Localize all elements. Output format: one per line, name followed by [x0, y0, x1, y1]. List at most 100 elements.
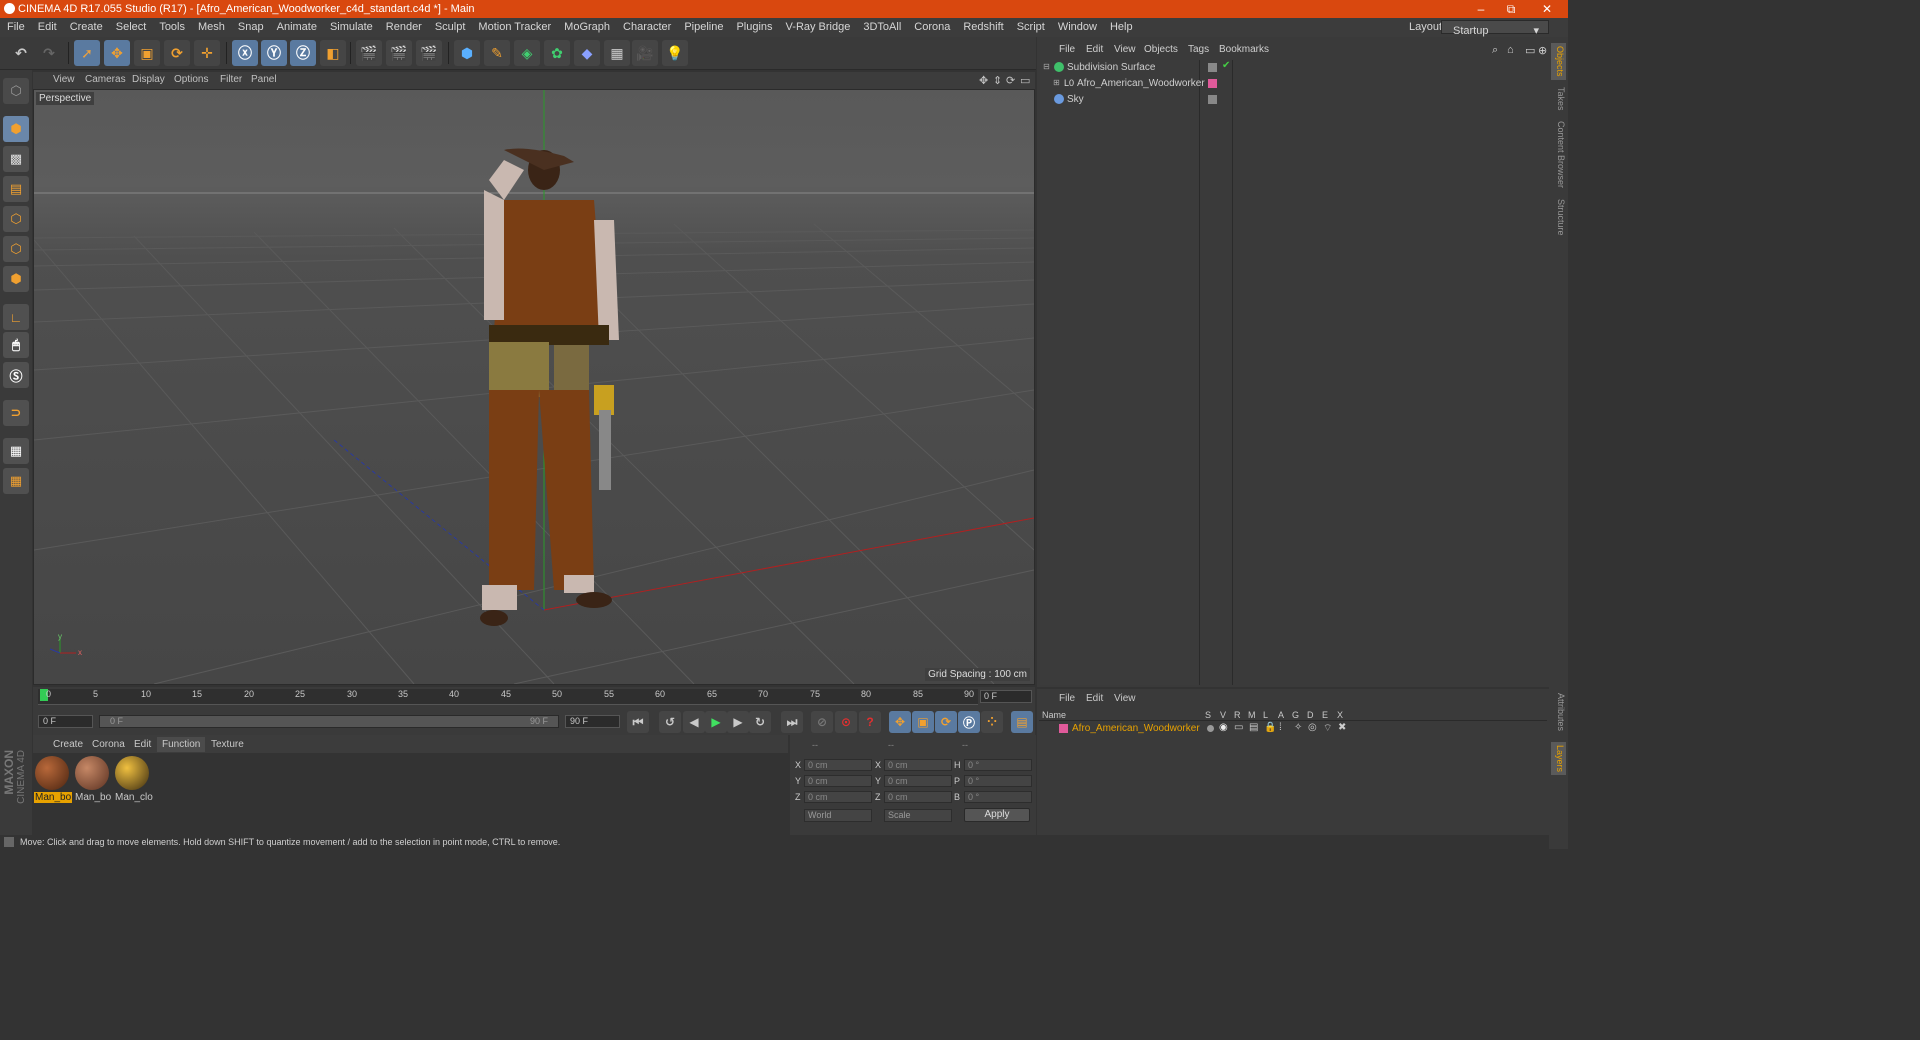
home-icon[interactable]: ⌂ — [1507, 44, 1514, 56]
record-keys-icon[interactable]: ⊘ — [811, 711, 833, 733]
menu-simulate[interactable]: Simulate — [323, 18, 379, 33]
prev-key-icon[interactable]: ↺ — [659, 711, 681, 733]
close-button[interactable]: ✕ — [1532, 1, 1562, 17]
tab-layers[interactable]: Layers — [1551, 742, 1566, 776]
edit-toggle-icon[interactable] — [1208, 63, 1217, 72]
vp-menu-cameras[interactable]: Cameras — [85, 74, 126, 85]
vp-rotate-icon[interactable]: ⟳ — [1006, 74, 1015, 87]
vp-menu-display[interactable]: Display — [132, 74, 165, 85]
goto-start-icon[interactable]: ⏮ — [627, 711, 649, 733]
polygons-mode-icon[interactable]: ⬢ — [3, 266, 29, 292]
layer-filter-icon[interactable]: ▭ — [1525, 44, 1535, 57]
material-name-1[interactable]: Man_bo — [34, 792, 73, 803]
tweak-mode-icon[interactable]: 🖱 — [3, 332, 29, 358]
menu-mesh[interactable]: Mesh — [191, 18, 231, 33]
vp-menu-panel[interactable]: Panel — [251, 74, 277, 85]
expressions-icon[interactable]: ⌔ — [1323, 722, 1332, 735]
y-axis-icon[interactable]: Ⓨ — [261, 40, 287, 66]
menu-help[interactable]: Help — [1103, 18, 1139, 33]
object-name-sky[interactable]: Sky — [1067, 94, 1084, 105]
model-mode-icon[interactable]: ⬢ — [3, 116, 29, 142]
next-key-icon[interactable]: ↻ — [749, 711, 771, 733]
maximize-button[interactable]: ⧉ — [1496, 1, 1526, 17]
key-rotation-icon[interactable]: ⟳ — [935, 711, 957, 733]
menu-vray-bridge[interactable]: V-Ray Bridge — [779, 18, 857, 33]
menu-edit[interactable]: Edit — [31, 18, 63, 33]
menu-window[interactable]: Window — [1051, 18, 1103, 33]
layer-menu-edit[interactable]: Edit — [1086, 693, 1103, 704]
key-param-icon[interactable]: Ⓟ — [958, 711, 980, 733]
undo-icon[interactable]: ↶ — [8, 40, 34, 66]
obj-menu-file[interactable]: File — [1059, 44, 1075, 55]
points-mode-icon[interactable]: ⬡ — [3, 206, 29, 232]
coord-size-x-field[interactable]: 0 cm — [884, 759, 952, 771]
current-frame-field[interactable]: 0 F — [980, 690, 1032, 703]
layer-col-l[interactable]: L — [1263, 710, 1268, 720]
scale-icon[interactable]: ▣ — [134, 40, 160, 66]
render-icon[interactable]: ▭ — [1234, 722, 1243, 733]
select-cursor-icon[interactable]: ➚ — [74, 40, 100, 66]
timeline-icon[interactable]: ▤ — [1011, 711, 1033, 733]
obj-menu-tags[interactable]: Tags — [1188, 44, 1209, 55]
workplane-icon[interactable]: ▤ — [3, 176, 29, 202]
animation-icon[interactable]: ⁞ — [1279, 722, 1282, 733]
layout-select[interactable]: Startup ▾ — [1441, 20, 1549, 37]
render-view-icon[interactable]: 🎬 — [356, 40, 382, 66]
layer-col-e[interactable]: E — [1322, 710, 1328, 720]
layer-col-m[interactable]: M — [1248, 710, 1256, 720]
layer-col-r[interactable]: R — [1234, 710, 1241, 720]
visible-eye-icon[interactable]: ◉ — [1219, 722, 1228, 733]
menu-file[interactable]: File — [0, 18, 31, 33]
menu-mograph[interactable]: MoGraph — [557, 18, 616, 33]
manager-icon[interactable]: ▤ — [1249, 722, 1258, 733]
menu-create[interactable]: Create — [63, 18, 109, 33]
material-name-2[interactable]: Man_bo — [75, 792, 111, 803]
material-swatch-2[interactable] — [75, 756, 109, 790]
key-point-icon[interactable]: ⁘ — [981, 711, 1003, 733]
obj-menu-view[interactable]: View — [1114, 44, 1136, 55]
menu-sculpt[interactable]: Sculpt — [428, 18, 472, 33]
generators-icon[interactable]: ✧ — [1294, 722, 1302, 733]
menu-render[interactable]: Render — [379, 18, 428, 33]
mat-menu-texture[interactable]: Texture — [211, 739, 244, 750]
tab-content-browser[interactable]: Content Browser — [1551, 121, 1566, 188]
menu-3dtoall[interactable]: 3DToAll — [856, 18, 907, 33]
coord-size-y-field[interactable]: 0 cm — [884, 775, 952, 787]
object-row-woodworker[interactable]: ⊞ L0 Afro_American_Woodworker — [1040, 76, 1549, 92]
snap-icon[interactable]: Ⓢ — [3, 362, 29, 388]
object-row-sky[interactable]: Sky — [1040, 92, 1549, 108]
vp-zoom-icon[interactable]: ⇕ — [993, 74, 1002, 87]
next-frame-icon[interactable]: ▶ — [727, 711, 749, 733]
viewport-perspective[interactable]: y x Perspective Grid Spacing : 100 cm — [33, 89, 1035, 685]
layer-menu-view[interactable]: View — [1114, 693, 1136, 704]
start-frame-field[interactable]: 0 F — [38, 715, 93, 728]
timeline-ruler[interactable]: 0 5 10 15 20 25 30 35 40 45 50 55 60 65 … — [33, 687, 1035, 709]
obj-menu-bookmarks[interactable]: Bookmarks — [1219, 44, 1269, 55]
light-icon[interactable]: 💡 — [662, 40, 688, 66]
new-view-icon[interactable]: ⊕ — [1538, 44, 1547, 57]
minimize-button[interactable]: – — [1466, 1, 1496, 17]
lock-icon[interactable]: 🔒 — [1264, 722, 1276, 733]
range-slider[interactable]: 0 F 90 F — [99, 715, 559, 728]
layer-name[interactable]: Afro_American_Woodworker — [1072, 723, 1200, 734]
x-axis-icon[interactable]: ⓧ — [232, 40, 258, 66]
material-name-3[interactable]: Man_clo — [115, 792, 153, 803]
floor-icon[interactable]: ▦ — [604, 40, 630, 66]
mat-menu-corona[interactable]: Corona — [92, 739, 125, 750]
object-row-subdivision[interactable]: ⊟ Subdivision Surface ✔ — [1040, 60, 1549, 76]
mat-menu-edit[interactable]: Edit — [134, 739, 151, 750]
obj-menu-edit[interactable]: Edit — [1086, 44, 1103, 55]
layer-col-a[interactable]: A — [1278, 710, 1284, 720]
deformer-icon[interactable]: ◆ — [574, 40, 600, 66]
planar-workplane-icon[interactable]: ▦ — [3, 468, 29, 494]
axis-mode-icon[interactable]: ∟ — [3, 304, 29, 330]
layer-col-name[interactable]: Name — [1042, 710, 1066, 720]
move-icon[interactable]: ✥ — [104, 40, 130, 66]
vp-maximize-icon[interactable]: ▭ — [1020, 74, 1030, 87]
menu-select[interactable]: Select — [109, 18, 153, 33]
material-swatch-3[interactable] — [115, 756, 149, 790]
menu-redshift[interactable]: Redshift — [956, 18, 1009, 33]
render-picture-icon[interactable]: 🎬 — [386, 40, 412, 66]
rotate-icon[interactable]: ⟳ — [164, 40, 190, 66]
coord-pos-y-field[interactable]: 0 cm — [804, 775, 872, 787]
